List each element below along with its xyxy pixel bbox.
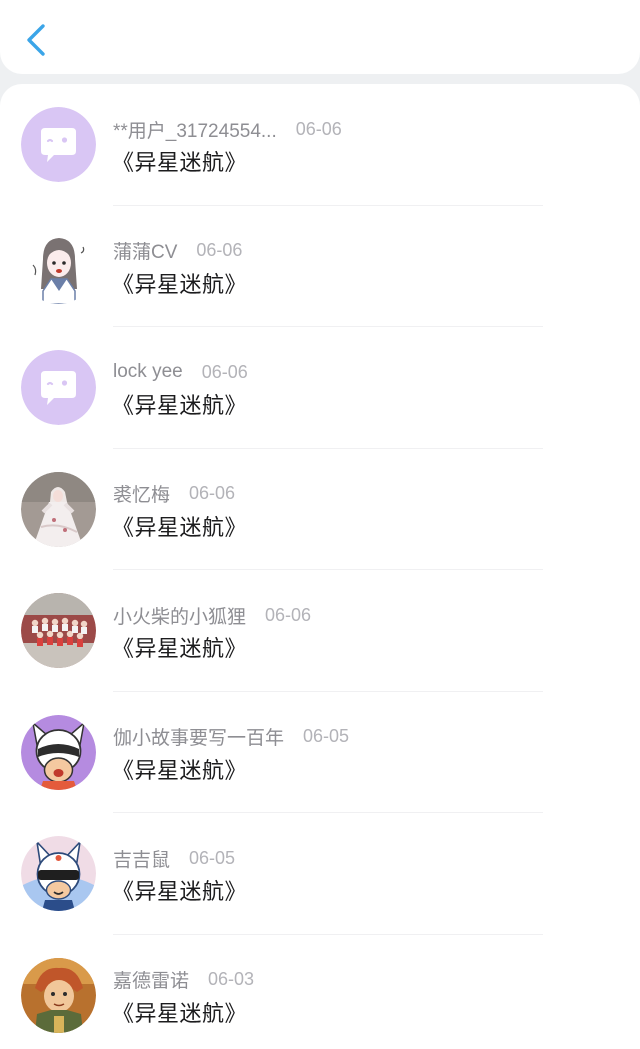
list-item[interactable]: **用户_31724554... 06-06 《异星迷航》: [0, 84, 640, 206]
comment-meta: 小火柴的小狐狸 06-06: [113, 601, 311, 629]
user-name[interactable]: 嘉德雷诺: [113, 966, 189, 993]
comment-date: 06-05: [189, 847, 236, 868]
comment-text: 《异星迷航》: [112, 636, 248, 661]
comment-meta: 裘忆梅 06-06: [113, 480, 235, 508]
user-name[interactable]: 吉吉鼠: [113, 845, 170, 872]
comment-list-page: **用户_31724554... 06-06 《异星迷航》 蒲蒲CV 06-06…: [0, 0, 640, 1049]
user-name[interactable]: lock yee: [113, 361, 183, 383]
list-item[interactable]: 吉吉鼠 06-05 《异星迷航》: [0, 813, 640, 935]
user-name[interactable]: 伽小故事要写一百年: [113, 723, 284, 750]
comment-list: **用户_31724554... 06-06 《异星迷航》 蒲蒲CV 06-06…: [0, 84, 640, 1049]
white-gown-photo-icon: [21, 471, 96, 547]
avatar[interactable]: [21, 593, 96, 668]
masked-mouse-cartoon-icon: [21, 836, 96, 911]
comment-date: 06-06: [295, 118, 342, 139]
comment-text: 《异星迷航》: [112, 393, 248, 418]
comment-panel: **用户_31724554... 06-06 《异星迷航》 蒲蒲CV 06-06…: [0, 84, 640, 1049]
comment-date: 06-06: [201, 361, 248, 382]
comment-text: 《异星迷航》: [112, 879, 248, 904]
avatar[interactable]: [21, 350, 96, 425]
comment-meta: **用户_31724554... 06-06: [113, 115, 342, 143]
list-item[interactable]: 嘉德雷诺 06-03 《异星迷航》: [0, 935, 640, 1049]
avatar[interactable]: [21, 107, 96, 182]
anime-girl-sketch-icon: [21, 228, 96, 304]
group-photo-icon: [21, 593, 96, 668]
comment-meta: 嘉德雷诺 06-03: [113, 966, 254, 994]
comment-text: 《异星迷航》: [112, 150, 248, 175]
list-item[interactable]: 小火柴的小狐狸 06-06 《异星迷航》: [0, 570, 640, 692]
top-bar: [0, 0, 640, 74]
comment-text: 《异星迷航》: [112, 271, 248, 297]
comment-date: 06-06: [196, 240, 243, 260]
list-item[interactable]: 裘忆梅 06-06 《异星迷航》: [0, 449, 640, 570]
comment-date: 06-03: [208, 969, 255, 989]
avatar[interactable]: [21, 471, 96, 547]
chat-bubble-avatar-icon: [21, 107, 96, 182]
avatar[interactable]: [21, 228, 96, 304]
comment-meta: 蒲蒲CV 06-06: [113, 237, 242, 265]
user-name[interactable]: 蒲蒲CV: [113, 237, 177, 264]
helmet-cartoon-icon: [21, 714, 96, 790]
comment-date: 06-06: [265, 604, 312, 625]
comment-text: 《异星迷航》: [112, 514, 248, 540]
user-name[interactable]: 小火柴的小狐狸: [113, 602, 246, 629]
avatar[interactable]: [21, 957, 96, 1033]
comment-date: 06-05: [303, 726, 350, 746]
list-item[interactable]: 伽小故事要写一百年 06-05 《异星迷航》: [0, 692, 640, 813]
avatar[interactable]: [21, 836, 96, 911]
illustrated-character-icon: [21, 957, 96, 1033]
comment-date: 06-06: [189, 483, 236, 503]
comment-meta: 吉吉鼠 06-05: [113, 844, 235, 872]
chat-bubble-avatar-icon: [21, 350, 96, 425]
list-item[interactable]: 蒲蒲CV 06-06 《异星迷航》: [0, 206, 640, 327]
comment-meta: 伽小故事要写一百年 06-05: [113, 723, 349, 751]
comment-text: 《异星迷航》: [112, 757, 248, 783]
avatar[interactable]: [21, 714, 96, 790]
list-item[interactable]: lock yee 06-06 《异星迷航》: [0, 327, 640, 449]
user-name[interactable]: 裘忆梅: [113, 480, 170, 507]
user-name[interactable]: **用户_31724554...: [113, 116, 277, 143]
comment-text: 《异星迷航》: [112, 1000, 248, 1026]
comment-meta: lock yee 06-06: [113, 358, 248, 386]
chevron-left-icon: [27, 24, 45, 56]
back-button[interactable]: [14, 18, 58, 62]
